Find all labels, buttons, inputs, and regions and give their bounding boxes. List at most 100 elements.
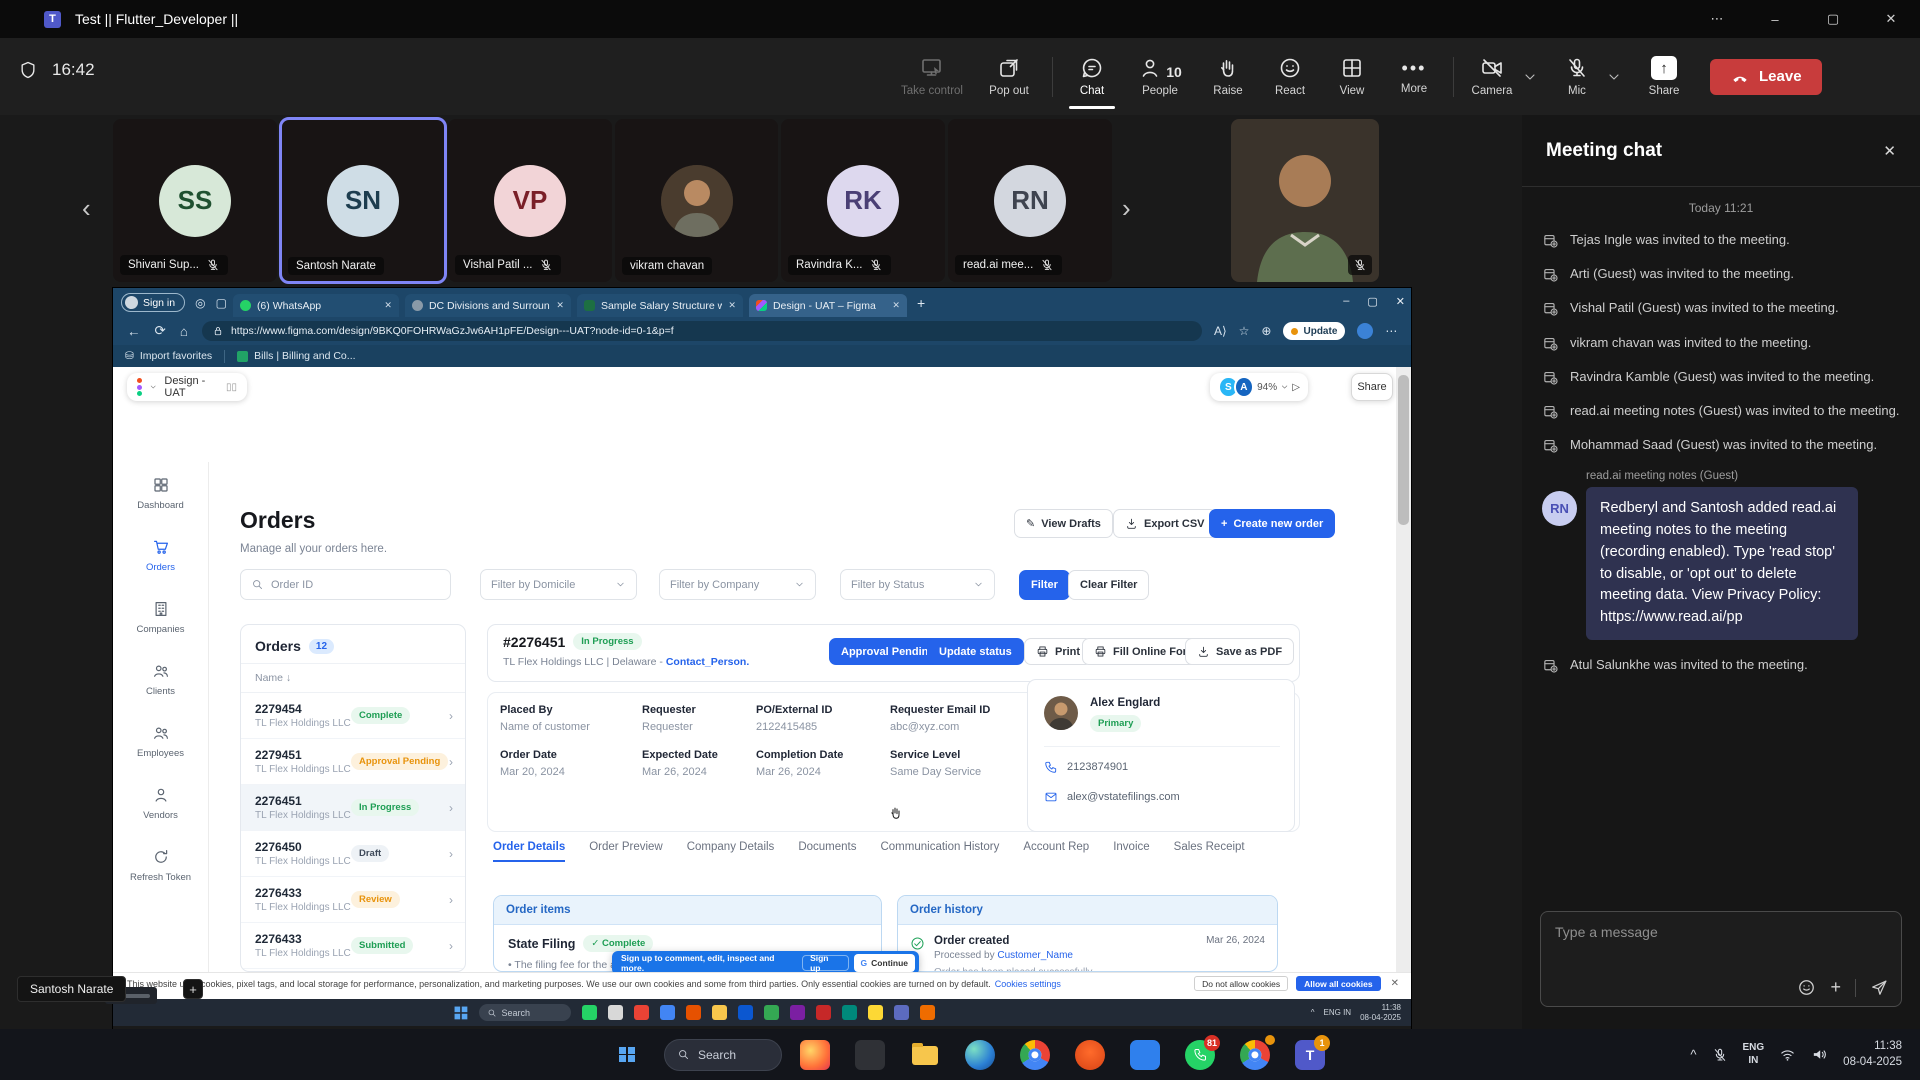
- list-column-header[interactable]: Name ↓: [241, 664, 465, 693]
- order-row[interactable]: 2276450TL Flex Holdings LLC Draft ›: [241, 831, 465, 877]
- more-button[interactable]: ••• More: [1383, 58, 1445, 95]
- order-row[interactable]: 2279454TL Flex Holdings LLC Complete ›: [241, 693, 465, 739]
- sidebar-item-vendors[interactable]: Vendors: [113, 772, 208, 834]
- clear-filter-button[interactable]: Clear Filter: [1068, 570, 1149, 600]
- tab-close-icon[interactable]: ✕: [384, 300, 392, 311]
- chat-close-icon[interactable]: ✕: [1883, 142, 1896, 160]
- contact-email[interactable]: alex@vstatefilings.com: [1067, 791, 1180, 803]
- scrollbar-thumb[interactable]: [1398, 375, 1409, 525]
- app-icon[interactable]: [855, 1040, 885, 1070]
- tab-close-icon[interactable]: ✕: [556, 300, 564, 311]
- create-new-order-button[interactable]: + Create new order: [1209, 509, 1335, 538]
- tab-communication-history[interactable]: Communication History: [880, 841, 999, 862]
- self-video-tile[interactable]: [1231, 119, 1379, 282]
- tray-lang[interactable]: ENG IN: [1324, 1008, 1352, 1017]
- taskbar-app-icon[interactable]: [790, 1005, 805, 1020]
- volume-icon[interactable]: [1811, 1046, 1828, 1063]
- taskbar-clock[interactable]: 11:3808-04-2025: [1843, 1039, 1902, 1070]
- figma-file-menu[interactable]: Design - UAT ▯▯: [127, 373, 247, 401]
- tray-expand-icon[interactable]: ^: [1690, 1047, 1696, 1062]
- filter-domicile-select[interactable]: Filter by Domicile: [480, 569, 637, 600]
- participant-tile[interactable]: SS Shivani Sup...: [113, 119, 277, 282]
- browser-menu-icon[interactable]: ⋯: [1385, 324, 1397, 338]
- react-button[interactable]: React: [1259, 56, 1321, 97]
- sidebar-item-dashboard[interactable]: Dashboard: [113, 462, 208, 524]
- presenter-add-button[interactable]: +: [183, 979, 203, 999]
- taskbar-app-icon[interactable]: [608, 1005, 623, 1020]
- participant-tile[interactable]: RN read.ai mee...: [948, 119, 1112, 282]
- browser-tab-whatsapp[interactable]: (6) WhatsApp✕: [233, 294, 399, 317]
- taskbar-app-icon[interactable]: [920, 1005, 935, 1020]
- firefox-icon[interactable]: [800, 1040, 830, 1070]
- contact-phone[interactable]: 2123874901: [1067, 761, 1128, 773]
- attach-plus-icon[interactable]: +: [1830, 977, 1841, 998]
- collections-icon[interactable]: ⊕: [1261, 324, 1271, 338]
- tab-invoice[interactable]: Invoice: [1113, 841, 1149, 862]
- emoji-icon[interactable]: [1797, 978, 1816, 997]
- order-row[interactable]: 2276433TL Flex Holdings LLC Submitted ›: [241, 923, 465, 969]
- start-icon[interactable]: [455, 1006, 467, 1018]
- deny-cookies-button[interactable]: Do not allow cookies: [1194, 976, 1288, 991]
- cookie-settings-link[interactable]: Cookies settings: [995, 979, 1061, 989]
- bookmark-import-favorites[interactable]: ⛁ Import favorites: [125, 350, 212, 362]
- mic-options-chevron[interactable]: [1606, 69, 1622, 85]
- customer-name-link[interactable]: Customer_Name: [997, 950, 1073, 961]
- people-button[interactable]: 10 People: [1123, 56, 1197, 97]
- participant-tile[interactable]: RK Ravindra K...: [781, 119, 945, 282]
- whatsapp-icon[interactable]: 81: [1185, 1040, 1215, 1070]
- mic-button[interactable]: Mic: [1548, 56, 1606, 97]
- browser-update-button[interactable]: Update: [1283, 322, 1345, 340]
- window-maximize-button[interactable]: ▢: [1804, 0, 1862, 38]
- browser-tab-excel[interactable]: Sample Salary Structure with calc✕: [577, 294, 743, 317]
- bookmark-bills[interactable]: Bills | Billing and Co...: [237, 350, 355, 362]
- share-button[interactable]: ↑ Share: [1632, 56, 1696, 97]
- browser-signin-button[interactable]: Sign in: [121, 293, 185, 312]
- browser-copilot-icon[interactable]: ◎: [195, 296, 205, 310]
- sidebar-item-orders[interactable]: Orders: [113, 524, 208, 586]
- browser-tab-dc-divisions[interactable]: DC Divisions and Surroundings✕: [405, 294, 571, 317]
- new-tab-button[interactable]: +: [917, 295, 925, 311]
- file-explorer-icon[interactable]: [910, 1040, 940, 1070]
- tab-company-details[interactable]: Company Details: [687, 841, 775, 862]
- view-drafts-button[interactable]: ✎ View Drafts: [1014, 509, 1113, 538]
- pop-out-button[interactable]: Pop out: [974, 56, 1044, 97]
- contact-person-link[interactable]: Contact_Person.: [666, 656, 749, 668]
- taskbar-app-icon[interactable]: [868, 1005, 883, 1020]
- teams-icon[interactable]: T 1: [1295, 1040, 1325, 1070]
- order-row[interactable]: 2279451TL Flex Holdings LLC Approval Pen…: [241, 739, 465, 785]
- taskbar-app-icon[interactable]: [712, 1005, 727, 1020]
- tab-close-icon[interactable]: ✕: [728, 300, 736, 311]
- language-switcher[interactable]: ENGIN: [1743, 1042, 1765, 1067]
- raise-hand-button[interactable]: Raise: [1197, 56, 1259, 97]
- present-icon[interactable]: ▷: [1292, 382, 1300, 393]
- figma-share-button[interactable]: Share: [1351, 373, 1393, 401]
- window-more-button[interactable]: ⋯: [1688, 0, 1746, 38]
- browser-profile-avatar[interactable]: [1357, 323, 1373, 339]
- send-icon[interactable]: [1870, 978, 1889, 997]
- taskbar-app-icon[interactable]: [816, 1005, 831, 1020]
- edge-icon[interactable]: [965, 1040, 995, 1070]
- wifi-icon[interactable]: [1779, 1046, 1796, 1063]
- participant-tile[interactable]: vikram chavan: [615, 119, 778, 282]
- taskbar-app-icon[interactable]: [894, 1005, 909, 1020]
- browser-profile-icon[interactable]: [1240, 1040, 1270, 1070]
- page-scrollbar[interactable]: [1396, 367, 1411, 972]
- browser-tab-figma-active[interactable]: Design - UAT – Figma✕: [749, 294, 907, 317]
- tab-documents[interactable]: Documents: [798, 841, 856, 862]
- taskbar-app-icon[interactable]: [634, 1005, 649, 1020]
- sidebar-item-clients[interactable]: Clients: [113, 648, 208, 710]
- browser-minimize-button[interactable]: –: [1343, 295, 1349, 307]
- figma-view-controls[interactable]: S A 94% ▷: [1210, 373, 1308, 401]
- order-row[interactable]: 2276433TL Flex Holdings LLC Review ›: [241, 877, 465, 923]
- refresh-icon[interactable]: ⟳: [155, 323, 166, 339]
- order-id-input[interactable]: [271, 579, 440, 591]
- favorite-star-icon[interactable]: ☆: [1239, 324, 1250, 338]
- home-icon[interactable]: ⌂: [180, 324, 188, 339]
- filter-company-select[interactable]: Filter by Company: [659, 569, 816, 600]
- tab-close-icon[interactable]: ✕: [892, 300, 900, 311]
- participant-tile-active-speaker[interactable]: SN Santosh Narate: [281, 119, 445, 282]
- tab-sales-receipt[interactable]: Sales Receipt: [1174, 841, 1245, 862]
- sidebar-item-refresh-token[interactable]: Refresh Token: [113, 834, 208, 896]
- window-minimize-button[interactable]: –: [1746, 0, 1804, 38]
- tab-account-rep[interactable]: Account Rep: [1023, 841, 1089, 862]
